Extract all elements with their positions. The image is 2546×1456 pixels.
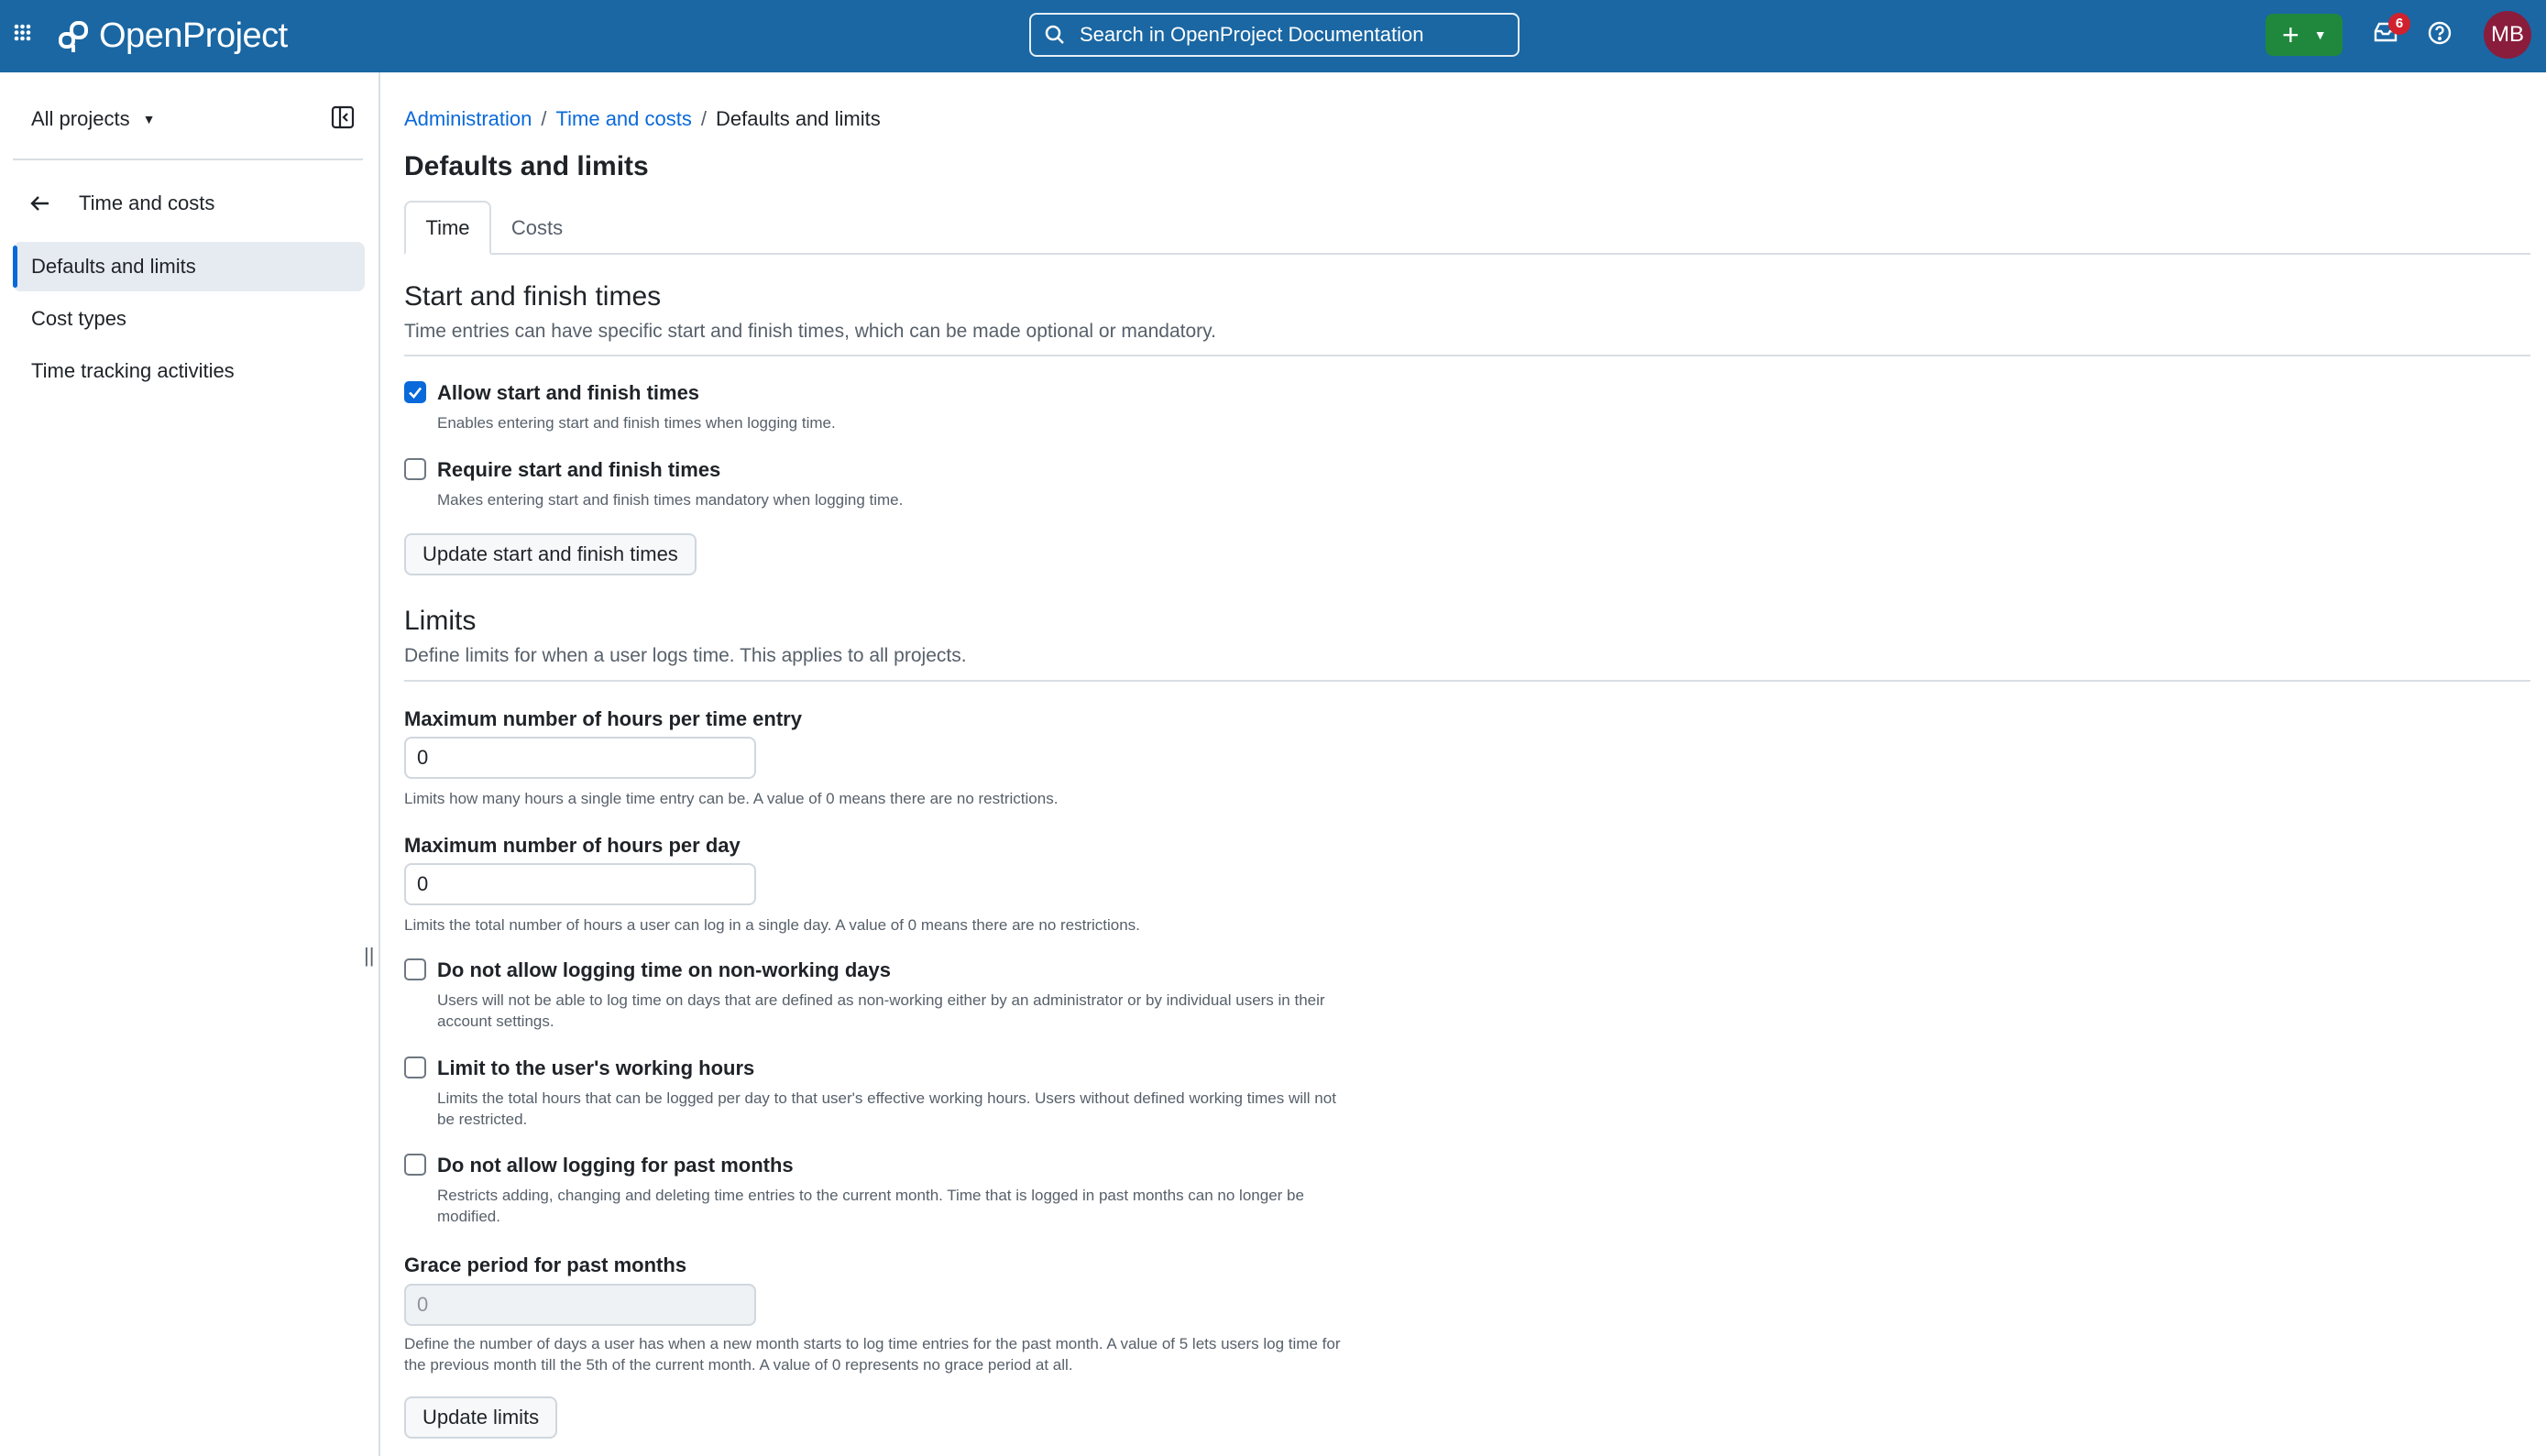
tab-costs[interactable]: Costs bbox=[505, 201, 569, 255]
allow-start-finish-label[interactable]: Allow start and finish times bbox=[437, 381, 699, 405]
breadcrumb: Administration / Time and costs / Defaults a… bbox=[404, 107, 881, 131]
page-title: Defaults and limits bbox=[404, 151, 649, 181]
sidebar-divider bbox=[13, 159, 363, 160]
create-button[interactable]: + ▼ bbox=[2266, 14, 2343, 56]
max-hours-per-day-label: Maximum number of hours per day bbox=[404, 834, 741, 857]
collapse-sidebar-icon[interactable] bbox=[330, 104, 356, 130]
no-past-months-label[interactable]: Do not allow logging for past months bbox=[437, 1154, 794, 1177]
limit-working-hours-label[interactable]: Limit to the user's working hours bbox=[437, 1056, 754, 1080]
top-header: OpenProject Search in OpenProject Docume… bbox=[0, 0, 2546, 72]
no-non-working-days-caption: Users will not be able to log time on da… bbox=[437, 991, 1325, 1030]
require-start-finish-caption: Makes entering start and finish times ma… bbox=[437, 491, 904, 509]
back-to-time-and-costs[interactable]: Time and costs bbox=[29, 192, 214, 215]
sidebar-item-defaults-and-limits[interactable]: Defaults and limits bbox=[13, 242, 365, 291]
arrow-left-icon bbox=[30, 196, 49, 211]
breadcrumb-separator: / bbox=[541, 107, 547, 130]
logo-icon bbox=[59, 21, 88, 52]
breadcrumb-current: Defaults and limits bbox=[716, 107, 881, 130]
logo-text: OpenProject bbox=[99, 16, 288, 55]
breadcrumb-separator: / bbox=[700, 107, 707, 130]
allow-start-finish-caption: Enables entering start and finish times … bbox=[437, 414, 836, 432]
search-icon bbox=[1045, 25, 1064, 44]
update-limits-button[interactable]: Update limits bbox=[404, 1396, 558, 1439]
caret-down-icon: ▼ bbox=[142, 112, 156, 126]
update-start-finish-button[interactable]: Update start and finish times bbox=[404, 533, 697, 575]
allow-start-finish-checkbox[interactable] bbox=[404, 381, 426, 403]
project-selector-label: All projects bbox=[31, 107, 130, 130]
limits-section-title: Limits bbox=[404, 606, 477, 636]
breadcrumb-time-and-costs[interactable]: Time and costs bbox=[556, 107, 692, 130]
project-selector[interactable]: All projects ▼ bbox=[31, 107, 155, 131]
openproject-logo[interactable]: OpenProject bbox=[55, 13, 288, 59]
section-divider bbox=[404, 680, 2530, 682]
search-input[interactable]: Search in OpenProject Documentation bbox=[1029, 13, 1520, 57]
start-finish-section-title: Start and finish times bbox=[404, 281, 662, 312]
tab-time[interactable]: Time bbox=[404, 201, 491, 255]
plus-icon: + bbox=[2282, 18, 2299, 51]
limit-working-hours-checkbox[interactable] bbox=[404, 1056, 426, 1078]
grace-period-label: Grace period for past months bbox=[404, 1253, 687, 1276]
user-avatar[interactable]: MB bbox=[2484, 11, 2531, 59]
no-past-months-checkbox[interactable] bbox=[404, 1154, 426, 1176]
no-non-working-days-label[interactable]: Do not allow logging time on non-working… bbox=[437, 958, 891, 982]
require-start-finish-checkbox[interactable] bbox=[404, 458, 426, 480]
section-divider bbox=[404, 355, 2530, 356]
start-finish-section-description: Time entries can have specific start and… bbox=[404, 321, 1216, 342]
limit-working-hours-caption: Limits the total hours that can be logge… bbox=[437, 1089, 1336, 1128]
limits-section-description: Define limits for when a user logs time.… bbox=[404, 645, 967, 666]
max-hours-per-day-input[interactable] bbox=[404, 863, 756, 905]
sidebar: All projects ▼ Time and costs Defaults a… bbox=[0, 72, 380, 1456]
notification-badge: 6 bbox=[2388, 13, 2410, 35]
checkmark-icon bbox=[409, 387, 423, 399]
help-icon[interactable] bbox=[2427, 20, 2454, 48]
max-hours-per-day-caption: Limits the total number of hours a user … bbox=[404, 916, 1140, 934]
tab-bar: Time Costs bbox=[404, 201, 2530, 255]
caret-down-icon: ▼ bbox=[2313, 27, 2327, 42]
sidebar-item-time-tracking-activities[interactable]: Time tracking activities bbox=[13, 346, 365, 396]
no-non-working-days-checkbox[interactable] bbox=[404, 958, 426, 980]
no-past-months-caption: Restricts adding, changing and deleting … bbox=[437, 1187, 1304, 1225]
sidebar-item-cost-types[interactable]: Cost types bbox=[13, 294, 365, 344]
breadcrumb-administration[interactable]: Administration bbox=[404, 107, 532, 130]
max-hours-per-entry-input[interactable] bbox=[404, 737, 756, 779]
sidebar-resize-handle[interactable]: || bbox=[364, 944, 374, 968]
grace-period-caption: Define the number of days a user has whe… bbox=[404, 1335, 1341, 1374]
app-grid-icon[interactable] bbox=[13, 22, 37, 46]
back-label: Time and costs bbox=[79, 192, 215, 214]
search-placeholder: Search in OpenProject Documentation bbox=[1080, 23, 1424, 46]
grace-period-input[interactable] bbox=[404, 1284, 756, 1326]
require-start-finish-label[interactable]: Require start and finish times bbox=[437, 458, 720, 482]
max-hours-per-entry-label: Maximum number of hours per time entry bbox=[404, 707, 802, 730]
max-hours-per-entry-caption: Limits how many hours a single time entr… bbox=[404, 790, 1059, 807]
